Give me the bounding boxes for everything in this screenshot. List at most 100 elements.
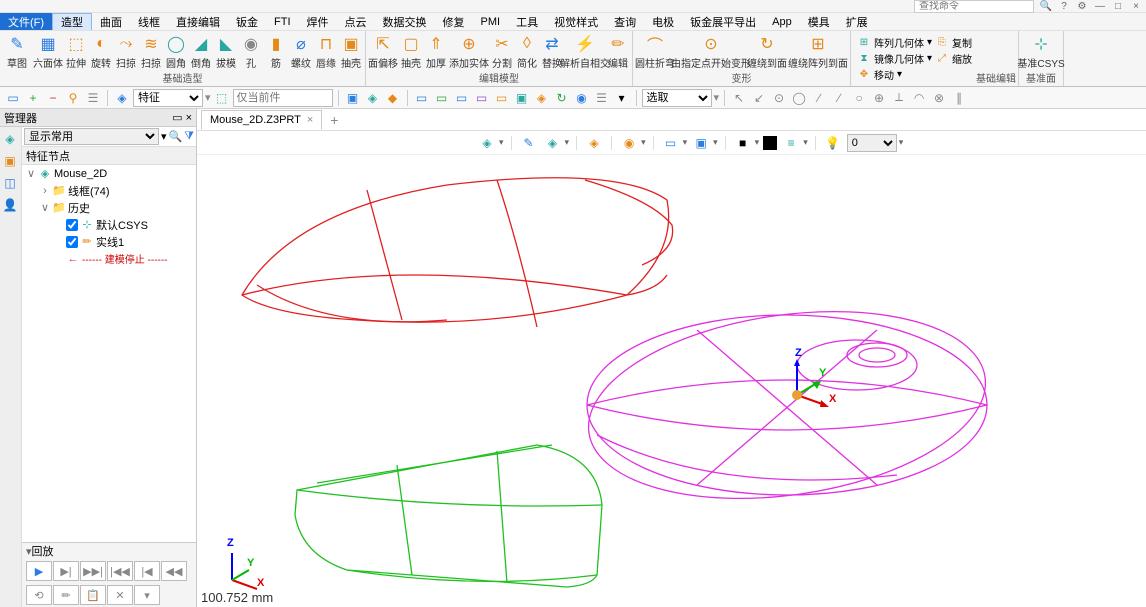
- tb-icon-7[interactable]: ▭: [473, 89, 491, 107]
- menu-tab-pmi[interactable]: PMI: [473, 13, 509, 30]
- menu-tab-flatten[interactable]: 钣金展平导出: [682, 13, 764, 30]
- rewind-button[interactable]: ◀◀: [161, 561, 187, 581]
- vt-black-swatch[interactable]: [763, 136, 777, 150]
- lip-button[interactable]: ⊓唇缘: [314, 33, 338, 73]
- menu-tab-modeling[interactable]: 造型: [52, 13, 92, 30]
- rib-button[interactable]: ▮筋: [264, 33, 288, 73]
- draft-button[interactable]: ◣拔模: [214, 33, 238, 73]
- menu-tab-visual[interactable]: 视觉样式: [546, 13, 606, 30]
- tb-icon-8[interactable]: ▭: [493, 89, 511, 107]
- tree-combo-drop-icon[interactable]: ▾: [161, 130, 167, 143]
- tb-icon-4[interactable]: ▭: [413, 89, 431, 107]
- edit-button[interactable]: ✏编辑: [606, 33, 630, 73]
- menu-tab-sheetmetal[interactable]: 钣金: [228, 13, 266, 30]
- menu-tab-extension[interactable]: 扩展: [838, 13, 876, 30]
- filter-icon[interactable]: ⚲: [64, 89, 82, 107]
- csys-checkbox[interactable]: [66, 219, 78, 231]
- tab-close-icon[interactable]: ×: [307, 114, 313, 126]
- document-tab[interactable]: Mouse_2D.Z3PRT ×: [201, 110, 322, 130]
- add-icon[interactable]: +: [24, 89, 42, 107]
- tb-icon-6[interactable]: ▭: [453, 89, 471, 107]
- snap-8-icon[interactable]: ⊕: [870, 89, 888, 107]
- tree-filter-icon[interactable]: ⧩: [184, 130, 194, 143]
- tb-icon-5[interactable]: ▭: [433, 89, 451, 107]
- loft-button[interactable]: ≋扫掠: [139, 33, 163, 73]
- add-tab-button[interactable]: +: [324, 110, 344, 130]
- tree-sketch-node[interactable]: ✏实线1: [22, 233, 196, 250]
- maximize-button[interactable]: □: [1112, 0, 1124, 12]
- tb-icon-11[interactable]: ↻: [553, 89, 571, 107]
- snap-6-icon[interactable]: ∕: [830, 89, 848, 107]
- feature-tree[interactable]: ∨◈Mouse_2D ›📁线框(74) ∨📁历史 ⊹默认CSYS ✏实线1 ←-…: [22, 165, 196, 542]
- move-button[interactable]: ✥移动▾: [857, 67, 972, 82]
- vt-icon-6[interactable]: ▭: [661, 133, 681, 153]
- simplify-button[interactable]: ◊简化: [515, 33, 539, 73]
- dock-close-icon[interactable]: ▭ ×: [172, 111, 192, 124]
- tb-icon-3[interactable]: ◆: [384, 89, 402, 107]
- fillet-button[interactable]: ◯圆角: [164, 33, 188, 73]
- vt-icon-4[interactable]: ◈: [584, 133, 604, 153]
- resolve-button[interactable]: ⚡解析自相交: [565, 33, 605, 73]
- box-button[interactable]: ▦六面体: [33, 33, 63, 73]
- menu-tab-mold[interactable]: 模具: [800, 13, 838, 30]
- cylinder-bend-button[interactable]: ⌒圆柱折弯: [635, 33, 675, 73]
- search-icon[interactable]: 🔍: [1040, 0, 1052, 12]
- offset-face-button[interactable]: ⇱面偏移: [368, 33, 398, 73]
- list-icon[interactable]: ☰: [84, 89, 102, 107]
- snap-1-icon[interactable]: ↖: [730, 89, 748, 107]
- tree-search-icon[interactable]: 🔍: [168, 130, 182, 143]
- step-back-button[interactable]: |◀: [134, 561, 160, 581]
- tab-model-icon[interactable]: ◈: [0, 129, 20, 149]
- tab-assets-icon[interactable]: ▣: [0, 151, 20, 171]
- snap-11-icon[interactable]: ⊗: [930, 89, 948, 107]
- tree-display-combo[interactable]: 显示常用: [24, 128, 159, 145]
- vt-icon-5[interactable]: ◉: [619, 133, 639, 153]
- datum-csys-button[interactable]: ⊹基准CSYS: [1021, 33, 1061, 73]
- filter-combo[interactable]: 特征: [133, 89, 203, 107]
- menu-tab-data-exchange[interactable]: 数据交换: [375, 13, 435, 30]
- tb-icon-12[interactable]: ◉: [573, 89, 591, 107]
- snap-3-icon[interactable]: ⊙: [770, 89, 788, 107]
- tab-user-icon[interactable]: 👤: [0, 195, 20, 215]
- edit1-button[interactable]: ⟲: [26, 585, 52, 605]
- tb-icon-10[interactable]: ◈: [533, 89, 551, 107]
- thicken-button[interactable]: ⇑加厚: [424, 33, 448, 73]
- vt-icon-3[interactable]: ◈: [543, 133, 563, 153]
- shell-button[interactable]: ▣抽壳: [339, 33, 363, 73]
- vt-icon-1[interactable]: ◈: [477, 133, 497, 153]
- layer-combo[interactable]: 0: [847, 134, 897, 152]
- settings-icon[interactable]: ⚙: [1076, 0, 1088, 12]
- chamfer-button[interactable]: ◢倒角: [189, 33, 213, 73]
- menu-tab-electrode[interactable]: 电极: [644, 13, 682, 30]
- edit3-button[interactable]: 📋: [80, 585, 106, 605]
- to-start-button[interactable]: |◀◀: [107, 561, 133, 581]
- thread-button[interactable]: ⌀螺纹: [289, 33, 313, 73]
- tree-history-node[interactable]: ∨📁历史: [22, 199, 196, 216]
- menu-tab-surface[interactable]: 曲面: [92, 13, 130, 30]
- to-end-button[interactable]: ▶▶|: [80, 561, 106, 581]
- tree-stop-node[interactable]: ←------ 建模停止 ------: [22, 250, 196, 267]
- menu-tab-wireframe[interactable]: 线框: [130, 13, 168, 30]
- snap-5-icon[interactable]: ∕: [810, 89, 828, 107]
- wrap-to-face-button[interactable]: ↻缠绕到面: [747, 33, 787, 73]
- vt-icon-7[interactable]: ▣: [691, 133, 711, 153]
- hole-button[interactable]: ◉孔: [239, 33, 263, 73]
- snap-9-icon[interactable]: ⟂: [890, 89, 908, 107]
- shell2-button[interactable]: ▢抽壳: [399, 33, 423, 73]
- select-icon[interactable]: ▭: [4, 89, 22, 107]
- menu-file[interactable]: 文件(F): [0, 13, 52, 30]
- sweep-button[interactable]: ⤳扫掠: [114, 33, 138, 73]
- edit2-button[interactable]: ✏: [53, 585, 79, 605]
- command-search-input[interactable]: [914, 0, 1034, 13]
- cube-icon[interactable]: ◈: [113, 89, 131, 107]
- point-deform-button[interactable]: ⊙由指定点开始变形: [676, 33, 746, 73]
- revolve-button[interactable]: ◐旋转: [89, 33, 113, 73]
- play-button[interactable]: ▶: [26, 561, 52, 581]
- remove-icon[interactable]: −: [44, 89, 62, 107]
- menu-tab-app[interactable]: App: [764, 13, 800, 30]
- tab-views-icon[interactable]: ◫: [0, 173, 20, 193]
- viewport-canvas[interactable]: Z Y X Z Y X 100.752 mm: [197, 155, 1146, 607]
- menu-tab-fti[interactable]: FTI: [266, 13, 299, 30]
- extrude-button[interactable]: ⬚拉伸: [64, 33, 88, 73]
- snap-4-icon[interactable]: ◯: [790, 89, 808, 107]
